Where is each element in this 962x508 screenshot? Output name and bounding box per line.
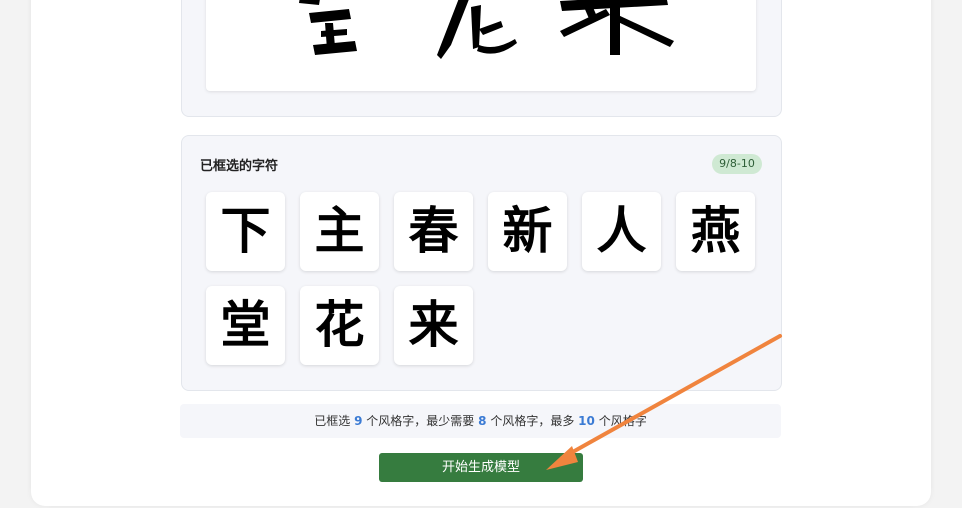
selection-info-bar: 已框选 9 个风格字，最少需要 8 个风格字，最多 10 个风格字 bbox=[180, 404, 781, 438]
char-glyph: 下 bbox=[221, 201, 271, 260]
info-max-count: 10 bbox=[578, 414, 595, 428]
preview-char-1 bbox=[299, 0, 357, 55]
info-min-count: 8 bbox=[478, 414, 487, 428]
char-glyph-text: 春 bbox=[409, 201, 459, 260]
char-glyph-text: 来 bbox=[409, 295, 459, 354]
char-tile-lai[interactable]: 来 bbox=[394, 286, 473, 365]
char-glyph-text: 新 bbox=[503, 201, 553, 260]
char-glyph: 花 bbox=[315, 295, 365, 354]
info-selected-count: 9 bbox=[354, 414, 363, 428]
char-tile-tang[interactable]: 堂 bbox=[206, 286, 285, 365]
calligraphy-preview-image bbox=[206, 0, 756, 91]
char-tile-ren[interactable]: 人 bbox=[582, 192, 661, 271]
start-generate-model-button[interactable]: 开始生成模型 bbox=[379, 453, 583, 482]
char-tile-xia[interactable]: 下 bbox=[206, 192, 285, 271]
info-mid1: 个风格字，最少需要 bbox=[366, 414, 475, 428]
char-glyph: 来 bbox=[409, 295, 459, 354]
char-tile-hua[interactable]: 花 bbox=[300, 286, 379, 365]
char-glyph-text: 花 bbox=[315, 295, 365, 354]
char-glyph-text: 下 bbox=[221, 201, 271, 260]
selected-count-badge: 9/8-10 bbox=[712, 154, 762, 174]
preview-glyphs bbox=[299, 0, 674, 59]
info-prefix: 已框选 bbox=[314, 414, 351, 428]
selected-chars-title: 已框选的字符 bbox=[200, 159, 279, 174]
char-glyph: 堂 bbox=[221, 295, 271, 354]
char-glyph-text: 主 bbox=[315, 201, 365, 260]
preview-char-2 bbox=[437, 0, 517, 59]
char-glyph: 春 bbox=[409, 201, 459, 260]
info-mid2: 个风格字，最多 bbox=[490, 414, 575, 428]
char-tile-yan[interactable]: 燕 bbox=[676, 192, 755, 271]
char-glyph-text: 人 bbox=[597, 201, 647, 260]
char-glyph: 新 bbox=[503, 201, 553, 260]
char-tile-chun[interactable]: 春 bbox=[394, 192, 473, 271]
char-glyph-text: 燕 bbox=[691, 201, 741, 260]
char-glyph-text: 堂 bbox=[221, 295, 271, 354]
char-glyph: 人 bbox=[597, 201, 647, 260]
preview-char-3 bbox=[560, 0, 674, 55]
char-tile-zhu[interactable]: 主 bbox=[300, 192, 379, 271]
char-tile-xin[interactable]: 新 bbox=[488, 192, 567, 271]
char-glyph: 燕 bbox=[691, 201, 741, 260]
info-suffix: 个风格字 bbox=[598, 414, 647, 428]
char-glyph: 主 bbox=[315, 201, 365, 260]
